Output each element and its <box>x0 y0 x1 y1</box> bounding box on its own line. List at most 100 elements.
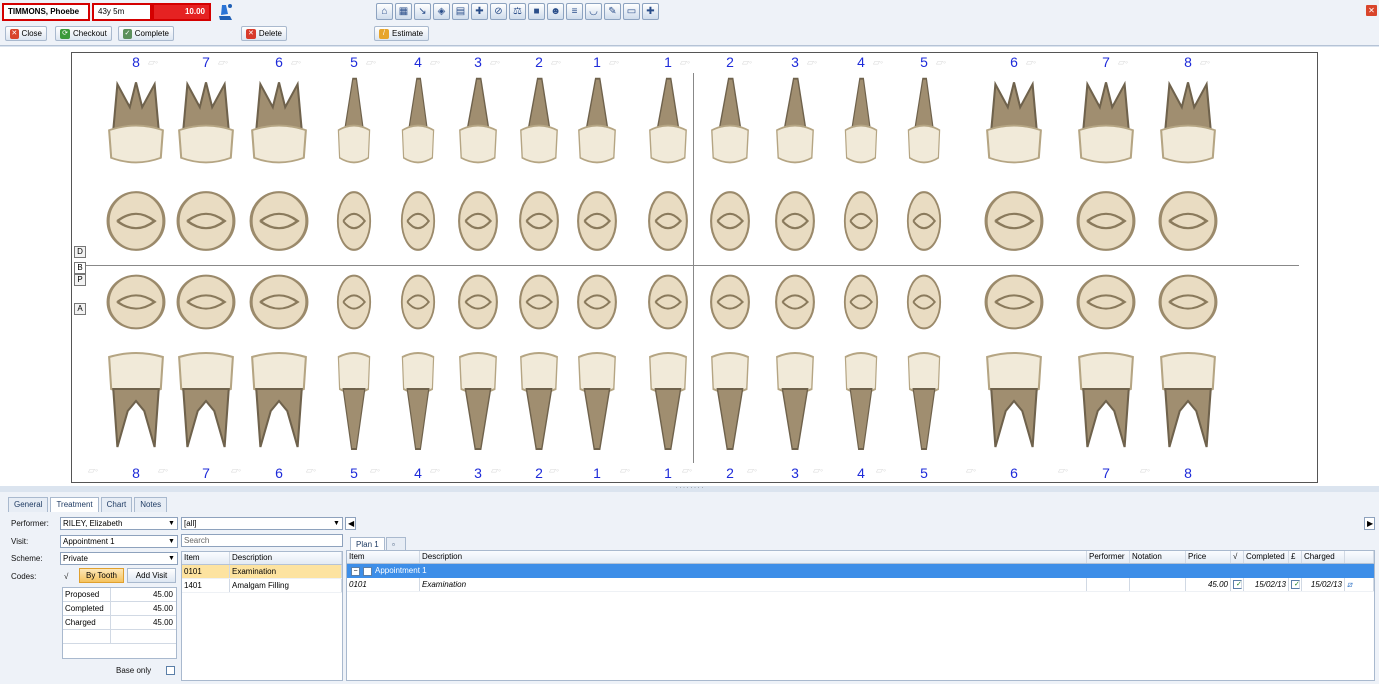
tooth-number[interactable]: 1 <box>585 465 609 481</box>
collapse-icon[interactable]: − <box>351 566 360 576</box>
tooth-number[interactable]: 8 <box>1176 54 1200 70</box>
probe-icon[interactable]: ↘ <box>414 3 431 20</box>
scales-icon[interactable]: ⚖ <box>509 3 526 20</box>
tooth[interactable] <box>647 269 689 335</box>
tooth-number[interactable]: 5 <box>342 465 366 481</box>
codes-checkbox[interactable]: √ <box>64 572 68 581</box>
base-only-checkbox[interactable] <box>166 666 175 675</box>
performer-select[interactable]: RILEY, Elizabeth ▼ <box>60 517 178 530</box>
list-item[interactable]: 0101 Examination <box>182 565 342 579</box>
list-item[interactable]: 1401 Amalgam Filling <box>182 579 342 593</box>
box-icon[interactable]: ■ <box>528 3 545 20</box>
tooth[interactable] <box>105 351 167 451</box>
tooth[interactable] <box>400 75 436 167</box>
tooth[interactable] <box>1157 351 1219 451</box>
tooth-number[interactable]: 3 <box>466 465 490 481</box>
tooth-number[interactable]: 6 <box>267 465 291 481</box>
tooth[interactable] <box>105 269 167 335</box>
tooth-number[interactable]: 1 <box>656 465 680 481</box>
tab-chart[interactable]: Chart <box>100 497 133 512</box>
tooth[interactable] <box>843 351 879 451</box>
tooth[interactable] <box>175 351 237 451</box>
tooth[interactable] <box>248 269 310 335</box>
add-calendar-icon[interactable]: ✚ <box>642 3 659 20</box>
tooth[interactable] <box>518 75 560 167</box>
tooth[interactable] <box>1075 269 1137 335</box>
tooth[interactable] <box>576 185 618 257</box>
scheme-select[interactable]: Private ▼ <box>60 552 178 565</box>
tooth-number[interactable]: 4 <box>849 54 873 70</box>
tooth[interactable] <box>336 351 372 451</box>
tooth[interactable] <box>774 351 816 451</box>
tooth[interactable] <box>709 351 751 451</box>
tooth[interactable] <box>457 185 499 257</box>
side-button-a[interactable]: A <box>74 303 86 315</box>
tooth-number[interactable]: 8 <box>124 465 148 481</box>
pen-icon[interactable]: ✎ <box>604 3 621 20</box>
tooth[interactable] <box>1157 269 1219 335</box>
tooth[interactable] <box>906 351 942 451</box>
charged-checkbox[interactable]: ✓ <box>1289 578 1302 591</box>
clipboard-icon[interactable]: ▤ <box>452 3 469 20</box>
tooth[interactable] <box>175 185 237 257</box>
tooth[interactable] <box>457 269 499 335</box>
tooth[interactable] <box>906 185 942 257</box>
tooth[interactable] <box>576 75 618 167</box>
tooth[interactable] <box>400 269 436 335</box>
done-checkbox[interactable]: ✓ <box>1231 578 1244 591</box>
tab-notes[interactable]: Notes <box>134 497 168 512</box>
tooth-number[interactable]: 8 <box>124 54 148 70</box>
tooth[interactable] <box>248 351 310 451</box>
tooth-number[interactable]: 4 <box>406 54 430 70</box>
tooth[interactable] <box>336 75 372 167</box>
tab-general[interactable]: General <box>8 497 49 512</box>
close-button[interactable]: ✕ Close <box>5 26 47 41</box>
tooth[interactable] <box>336 185 372 257</box>
tooth-number[interactable]: 7 <box>194 54 218 70</box>
tooth-number[interactable]: 2 <box>527 54 551 70</box>
tooth[interactable] <box>774 185 816 257</box>
tooth-number[interactable]: 1 <box>585 54 609 70</box>
add-visit-button[interactable]: Add Visit <box>127 568 176 583</box>
tooth[interactable] <box>1075 75 1137 167</box>
scroll-left-button[interactable]: ◀ <box>345 517 356 530</box>
patient-balance[interactable]: 10.00 <box>152 3 211 21</box>
tooth[interactable] <box>647 351 689 451</box>
notes-icon[interactable]: ≡ <box>566 3 583 20</box>
side-button-b[interactable]: B <box>74 262 86 274</box>
tooth-number[interactable]: 7 <box>1094 465 1118 481</box>
tooth-number[interactable]: 2 <box>718 54 742 70</box>
tooth-number[interactable]: 1 <box>656 54 680 70</box>
table-row[interactable]: 0101 Examination 45.00 ✓ 15/02/13 ✓ 15/0… <box>347 578 1374 592</box>
tooth[interactable] <box>457 75 499 167</box>
tooth-number[interactable]: 4 <box>406 465 430 481</box>
dental-chair-icon[interactable] <box>216 2 234 22</box>
estimate-button[interactable]: / Estimate <box>374 26 429 41</box>
search-input[interactable]: Search <box>181 534 343 547</box>
medical-icon[interactable]: ✚ <box>471 3 488 20</box>
tooth[interactable] <box>709 269 751 335</box>
visit-select[interactable]: Appointment 1 ▼ <box>60 535 178 548</box>
complete-button[interactable]: ✓ Complete <box>118 26 174 41</box>
window-icon[interactable]: ▭ <box>623 3 640 20</box>
tooth[interactable] <box>647 185 689 257</box>
tooth[interactable] <box>175 269 237 335</box>
filter-select[interactable]: [all] ▼ <box>181 517 343 530</box>
tooth-tool-icon[interactable]: ◈ <box>433 3 450 20</box>
tooth[interactable] <box>843 75 879 167</box>
tooth[interactable] <box>906 75 942 167</box>
calendar-icon[interactable]: ▦ <box>395 3 412 20</box>
tooth[interactable] <box>1157 75 1219 167</box>
tooth[interactable] <box>175 75 237 167</box>
tooth[interactable] <box>400 185 436 257</box>
tooth-number[interactable]: 5 <box>912 54 936 70</box>
tooth-number[interactable]: 6 <box>1002 465 1026 481</box>
group-checkbox[interactable] <box>363 566 372 576</box>
tooth-number[interactable]: 3 <box>783 465 807 481</box>
tooth[interactable] <box>336 269 372 335</box>
side-button-d[interactable]: D <box>74 246 86 258</box>
tooth[interactable] <box>105 185 167 257</box>
tooth[interactable] <box>843 269 879 335</box>
tooth-number[interactable]: 7 <box>1094 54 1118 70</box>
home-icon[interactable]: ⌂ <box>376 3 393 20</box>
